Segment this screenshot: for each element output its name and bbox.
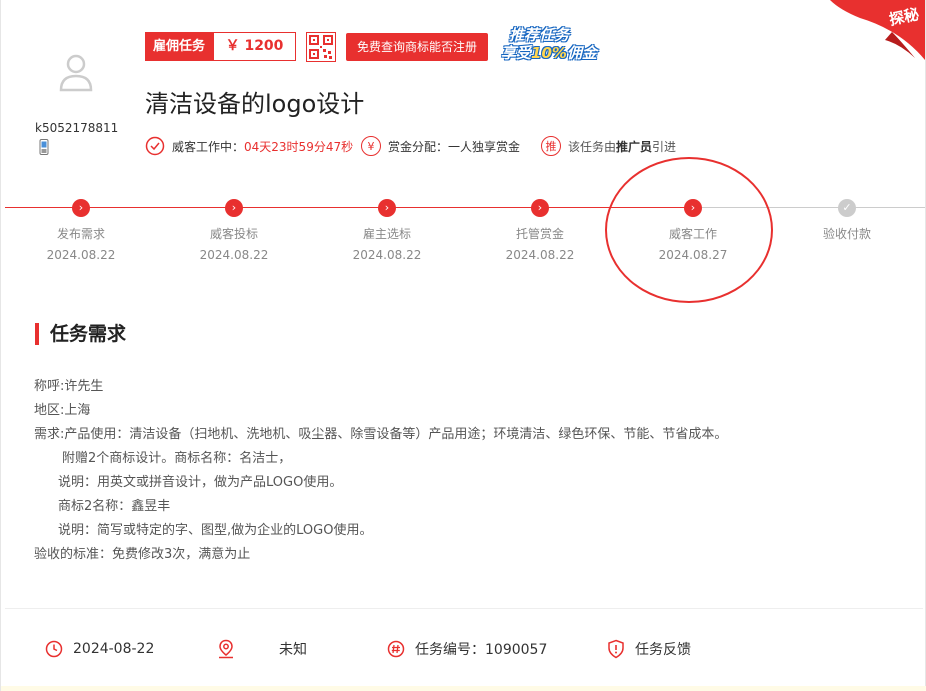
- req-line: 需求:产品使用：清洁设备（扫地机、洗地机、吸尘器、除雪设备等）产品用途；环境清洁…: [34, 427, 728, 442]
- promoter-prefix: 该任务由: [568, 139, 617, 154]
- promoter-suffix: 引进: [652, 139, 677, 154]
- task-price: ￥ 1200: [213, 32, 296, 61]
- footer-task-number: 任务编号：1090057: [387, 638, 547, 660]
- check-icon: ✓: [838, 199, 856, 217]
- req-line: 商标2名称：鑫昱丰: [58, 499, 171, 514]
- req-line: 地区:上海: [34, 403, 91, 418]
- chevron-right-icon: ›: [225, 199, 243, 217]
- publish-date: 2024-08-22: [73, 641, 155, 657]
- user-avatar-icon[interactable]: [57, 52, 95, 92]
- req-line: 称呼:许先生: [34, 379, 104, 394]
- check-trademark-button[interactable]: 免费查询商标能否注册: [346, 33, 488, 61]
- highlight-annotation-circle: [605, 157, 773, 303]
- progress-step: › 托管赏金 2024.08.22: [485, 199, 595, 262]
- chevron-right-icon: ›: [378, 199, 396, 217]
- phone-verified-icon: [39, 139, 49, 155]
- step-label: 发布需求: [56, 227, 105, 241]
- req-line: 验收的标准：免费修改3次，满意为止: [34, 547, 251, 562]
- task-title: 清洁设备的logo设计: [145, 90, 365, 118]
- promoter-info: 推 该任务由 推广员 引进: [541, 135, 676, 157]
- step-date: 2024.08.22: [505, 248, 575, 262]
- progress-line: [5, 207, 925, 208]
- chevron-right-icon: ›: [531, 199, 549, 217]
- location-pin-icon: [219, 639, 233, 659]
- promo-banner[interactable]: 推荐任务 享受10%佣金: [501, 24, 619, 64]
- chevron-right-icon: ›: [72, 199, 90, 217]
- promoter-bold[interactable]: 推广员: [616, 138, 652, 155]
- req-line: 附赠2个商标设计。商标名称：名洁士，: [62, 451, 292, 466]
- status-label: 威客工作中：: [172, 139, 245, 154]
- hire-task-tag: 雇佣任务: [145, 32, 213, 61]
- step-label: 威客投标: [209, 227, 258, 241]
- reward-distribution: ¥ 赏金分配：一人独享赏金: [361, 135, 520, 157]
- progress-step: › 雇主选标 2024.08.22: [332, 199, 442, 262]
- countdown: 04天23时59分47秒: [244, 139, 354, 154]
- yen-icon: ¥: [361, 136, 381, 156]
- hash-icon: [387, 640, 405, 658]
- qr-code-icon[interactable]: [306, 32, 336, 62]
- check-circle-icon: [145, 136, 165, 156]
- req-line: 说明：简写或特定的字、图型,做为企业的LOGO使用。: [58, 523, 373, 538]
- progress-step: › 威客投标 2024.08.22: [179, 199, 289, 262]
- step-label: 雇主选标: [362, 227, 411, 241]
- progress-step: ✓ 验收付款: [792, 199, 902, 248]
- step-date: 2024.08.22: [46, 248, 116, 262]
- bottom-bar: [1, 686, 926, 691]
- promo-line-2: 享受10%佣金: [501, 44, 597, 62]
- task-status: 威客工作中： 04天23时59分47秒: [145, 135, 353, 157]
- requirements-title: 任务需求: [35, 323, 126, 345]
- step-date: 2024.08.22: [199, 248, 269, 262]
- promoter-icon: 推: [541, 136, 561, 156]
- shield-alert-icon: [608, 639, 624, 659]
- step-label: 托管赏金: [515, 227, 564, 241]
- clock-icon: [45, 640, 63, 658]
- reward-text: 赏金分配：一人独享赏金: [388, 139, 521, 154]
- step-date: 2024.08.22: [352, 248, 422, 262]
- footer-location: 未知: [217, 638, 307, 660]
- explore-corner-ribbon[interactable]: 探秘: [830, 0, 925, 60]
- username[interactable]: k5052178811: [35, 121, 118, 135]
- task-detail-page: 探秘 k5052178811 雇佣任务 ￥ 1200 免费查询商标能否注册 推荐…: [0, 0, 926, 691]
- requirements-body: 称呼:许先生 地区:上海 需求:产品使用：清洁设备（扫地机、洗地机、吸尘器、除雪…: [34, 375, 727, 567]
- progress-step: › 发布需求 2024.08.22: [26, 199, 136, 262]
- footer-date: 2024-08-22: [45, 638, 154, 660]
- footer-feedback[interactable]: 任务反馈: [607, 638, 691, 660]
- feedback-link[interactable]: 任务反馈: [635, 639, 691, 659]
- footer-divider: [5, 608, 923, 609]
- task-number: 任务编号：1090057: [415, 642, 548, 658]
- req-line: 说明：用英文或拼音设计，做为产品LOGO使用。: [58, 475, 343, 490]
- location-value: 未知: [279, 642, 307, 658]
- step-label: 验收付款: [822, 227, 871, 241]
